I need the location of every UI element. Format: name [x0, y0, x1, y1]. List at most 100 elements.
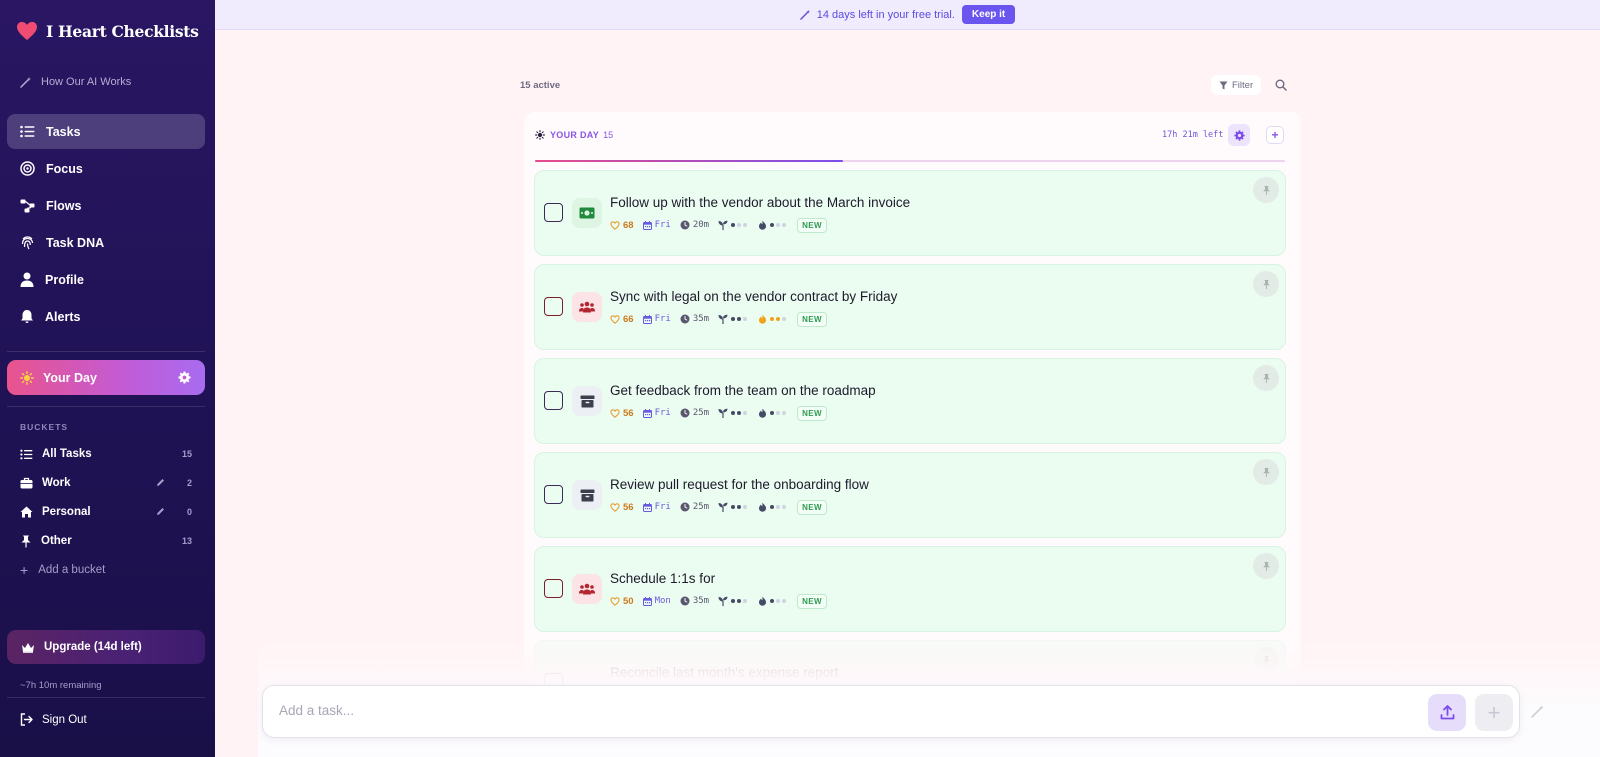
filter-button[interactable]: Filter — [1211, 75, 1262, 95]
task-duration[interactable]: 25m — [680, 502, 709, 512]
gear-icon[interactable] — [178, 371, 191, 384]
upload-button[interactable] — [1428, 694, 1466, 731]
level-dot — [776, 505, 781, 509]
your-day-heading: YOUR DAY — [550, 130, 600, 140]
new-badge: NEW — [797, 217, 827, 233]
add-task-input[interactable] — [279, 703, 1379, 718]
day-settings-button[interactable] — [1228, 124, 1250, 146]
task-duration[interactable]: 20m — [680, 220, 709, 230]
main-nav: Tasks Focus Flows Task DNA Profile Alert… — [7, 114, 205, 336]
task-title[interactable]: Sync with legal on the vendor contract b… — [610, 289, 897, 304]
pin-button[interactable] — [1253, 647, 1279, 673]
task-card[interactable]: Sync with legal on the vendor contract b… — [534, 264, 1286, 350]
task-duration[interactable]: 25m — [680, 408, 709, 418]
bucket-label: All Tasks — [42, 448, 92, 460]
add-bucket-label: Add a bucket — [38, 564, 106, 576]
task-title[interactable]: Schedule 1:1s for — [610, 571, 715, 586]
task-title[interactable]: Get feedback from the team on the roadma… — [610, 383, 876, 398]
flame-icon — [759, 408, 767, 418]
pin-icon — [21, 535, 31, 547]
task-due-value: Fri — [654, 502, 671, 512]
day-progress-track — [535, 160, 1285, 162]
app-logo[interactable]: I Heart Checklists — [16, 21, 199, 41]
pin-button[interactable] — [1253, 177, 1279, 203]
task-duration-value: 35m — [692, 596, 710, 606]
search-button[interactable] — [1271, 75, 1291, 95]
nav-item-flows[interactable]: Flows — [7, 188, 205, 223]
add-task-button[interactable]: + — [1475, 694, 1513, 731]
bucket-work[interactable]: Work 2 — [20, 473, 192, 493]
task-checkbox[interactable] — [544, 203, 563, 222]
upgrade-button[interactable]: Upgrade (14d left) — [7, 630, 205, 664]
user-icon — [20, 272, 34, 287]
task-title[interactable]: Follow up with the vendor about the Marc… — [610, 195, 910, 210]
task-due[interactable]: Fri — [642, 408, 671, 418]
nav-item-profile[interactable]: Profile — [7, 262, 205, 297]
nav-item-tasks[interactable]: Tasks — [7, 114, 205, 149]
task-energy — [718, 502, 749, 512]
how-ai-works-link[interactable]: How Our AI Works — [20, 76, 131, 88]
task-heat — [758, 220, 788, 230]
level-dot — [731, 599, 736, 603]
task-heat — [758, 314, 788, 324]
task-meta: 56 Fri 25m NEW — [610, 499, 827, 515]
add-bucket-button[interactable]: + Add a bucket — [20, 562, 105, 578]
task-card[interactable]: Follow up with the vendor about the Marc… — [534, 170, 1286, 256]
task-duration-value: 25m — [692, 502, 710, 512]
task-score: 56 — [610, 408, 634, 419]
plus-icon: + — [20, 562, 29, 578]
home-icon — [20, 506, 33, 518]
level-dot — [776, 411, 781, 415]
keep-it-button[interactable]: Keep it — [961, 5, 1016, 24]
bucket-personal[interactable]: Personal 0 — [20, 502, 192, 522]
add-day-task-button[interactable]: + — [1266, 126, 1284, 144]
pin-button[interactable] — [1253, 553, 1279, 579]
task-due[interactable]: Fri — [642, 314, 671, 324]
task-due[interactable]: Mon — [642, 596, 671, 606]
task-checkbox[interactable] — [544, 391, 563, 410]
task-duration[interactable]: 35m — [680, 314, 709, 324]
clock-icon — [680, 596, 690, 606]
nav-label: Alerts — [45, 309, 81, 324]
pin-icon — [1262, 561, 1270, 571]
magic-wand-icon[interactable] — [1531, 704, 1545, 723]
calendar-icon — [642, 408, 652, 418]
task-duration[interactable]: 35m — [680, 596, 709, 606]
task-due-value: Mon — [654, 596, 671, 606]
nav-item-focus[interactable]: Focus — [7, 151, 205, 186]
task-checkbox[interactable] — [544, 579, 563, 598]
sign-out-button[interactable]: Sign Out — [20, 713, 87, 726]
sign-out-icon — [20, 713, 33, 726]
pin-button[interactable] — [1253, 271, 1279, 297]
task-card[interactable]: Get feedback from the team on the roadma… — [534, 358, 1286, 444]
nav-item-alerts[interactable]: Alerts — [7, 299, 205, 334]
nav-label: Tasks — [46, 124, 81, 139]
flame-icon — [759, 502, 767, 512]
your-day-button[interactable]: Your Day — [7, 360, 205, 395]
task-checkbox[interactable] — [544, 297, 563, 316]
task-card[interactable]: Review pull request for the onboarding f… — [534, 452, 1286, 538]
task-due[interactable]: Fri — [642, 502, 671, 512]
pencil-icon[interactable] — [156, 478, 165, 487]
task-duration-value: 25m — [692, 408, 710, 418]
bucket-all-tasks[interactable]: All Tasks 15 — [20, 444, 192, 464]
sprout-icon — [718, 502, 728, 512]
task-checkbox[interactable] — [544, 485, 563, 504]
bucket-other[interactable]: Other 13 — [20, 531, 192, 551]
list-icon — [20, 449, 33, 459]
nav-item-task-dna[interactable]: Task DNA — [7, 225, 205, 260]
task-title[interactable]: Review pull request for the onboarding f… — [610, 477, 869, 492]
level-dot — [743, 505, 748, 509]
magic-wand-icon — [20, 77, 31, 88]
clock-icon — [680, 220, 690, 230]
task-score: 50 — [610, 596, 634, 607]
level-dot — [770, 223, 775, 227]
task-energy — [718, 408, 749, 418]
pin-button[interactable] — [1253, 365, 1279, 391]
task-due[interactable]: Fri — [642, 220, 671, 230]
pin-button[interactable] — [1253, 459, 1279, 485]
task-title[interactable]: Reconcile last month's expense report — [610, 665, 838, 680]
level-dot — [782, 505, 787, 509]
task-card[interactable]: Schedule 1:1s for 50 Mon 35m NEW — [534, 546, 1286, 632]
pencil-icon[interactable] — [156, 507, 165, 516]
